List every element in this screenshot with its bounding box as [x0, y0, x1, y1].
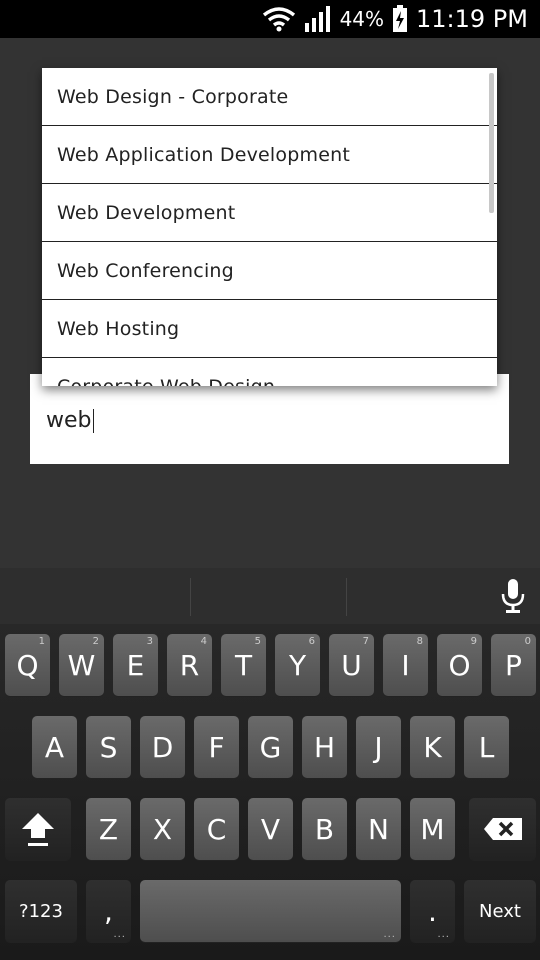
wifi-icon	[262, 7, 295, 32]
key-j[interactable]: J	[356, 716, 401, 778]
search-input-value: web	[46, 408, 94, 433]
key-c[interactable]: C	[194, 798, 239, 860]
key-q[interactable]: Q1	[5, 634, 50, 696]
next-key[interactable]: Next	[464, 880, 536, 942]
clock: 11:19 PM	[416, 5, 528, 33]
search-input[interactable]: web	[30, 374, 509, 464]
key-label: Q	[16, 648, 39, 682]
key-label: ,	[104, 894, 113, 928]
key-hint: 2	[92, 636, 99, 647]
key-h[interactable]: H	[302, 716, 347, 778]
suggestion-item[interactable]: Web Development	[42, 184, 497, 242]
key-z[interactable]: Z	[86, 798, 131, 860]
text-cursor	[92, 409, 94, 433]
key-m[interactable]: M	[410, 798, 455, 860]
suggestion-item[interactable]: Web Hosting	[42, 300, 497, 358]
symbols-key[interactable]: ?123	[5, 880, 77, 942]
battery-percent: 44%	[339, 7, 385, 31]
key-label: W	[67, 648, 96, 682]
key-u[interactable]: U7	[329, 634, 374, 696]
backspace-icon	[483, 818, 522, 840]
key-i[interactable]: I8	[383, 634, 428, 696]
key-hint: 8	[416, 636, 423, 647]
key-label: U	[341, 648, 362, 682]
key-g[interactable]: G	[248, 716, 293, 778]
key-s[interactable]: S	[86, 716, 131, 778]
strip-divider	[346, 578, 347, 616]
mic-icon[interactable]	[500, 578, 526, 614]
key-hint: 5	[254, 636, 261, 647]
key-hint: 3	[146, 636, 153, 647]
key-a[interactable]: A	[32, 716, 77, 778]
status-bar: 44% 11:19 PM	[0, 0, 540, 38]
key-n[interactable]: N	[356, 798, 401, 860]
keyboard-suggestion-strip[interactable]	[0, 568, 540, 624]
key-w[interactable]: W2	[59, 634, 104, 696]
key-l[interactable]: L	[464, 716, 509, 778]
shift-key[interactable]	[5, 798, 71, 860]
suggestion-item[interactable]: Web Conferencing	[42, 242, 497, 300]
input-text: web	[46, 408, 92, 433]
key-label: Y	[288, 648, 307, 682]
more-dots: ...	[437, 929, 450, 940]
shift-icon	[22, 813, 54, 846]
suggestion-item[interactable]: Corporate Web Design	[42, 358, 497, 387]
key-label: .	[428, 894, 437, 928]
key-r[interactable]: R4	[167, 634, 212, 696]
key-hint: 4	[200, 636, 207, 647]
key-x[interactable]: X	[140, 798, 185, 860]
key-label: I	[401, 648, 410, 682]
key-label: T	[234, 648, 253, 682]
key-v[interactable]: V	[248, 798, 293, 860]
key-label: P	[505, 648, 522, 682]
more-dots: ...	[383, 929, 396, 940]
key-hint: 9	[470, 636, 477, 647]
key-t[interactable]: T5	[221, 634, 266, 696]
soft-keyboard: Q1 W2 E3 R4 T5 Y6 U7 I8 O9 P0 A S D F G …	[0, 568, 540, 960]
comma-key[interactable]: ,...	[86, 880, 131, 942]
autocomplete-dropdown[interactable]: Web Design - Corporate Web Application D…	[42, 68, 497, 386]
key-k[interactable]: K	[410, 716, 455, 778]
status-icons: 44% 11:19 PM	[262, 0, 528, 38]
key-p[interactable]: P0	[491, 634, 536, 696]
key-d[interactable]: D	[140, 716, 185, 778]
key-hint: 1	[38, 636, 45, 647]
suggestion-item[interactable]: Web Design - Corporate	[42, 68, 497, 126]
key-e[interactable]: E3	[113, 634, 158, 696]
key-y[interactable]: Y6	[275, 634, 320, 696]
battery-charging-icon	[393, 5, 408, 32]
key-hint: 0	[524, 636, 531, 647]
suggestion-item[interactable]: Web Application Development	[42, 126, 497, 184]
more-dots: ...	[113, 929, 126, 940]
key-o[interactable]: O9	[437, 634, 482, 696]
key-label: R	[179, 648, 200, 682]
key-hint: 6	[308, 636, 315, 647]
backspace-key[interactable]	[469, 798, 536, 860]
signal-icon	[304, 6, 330, 32]
key-b[interactable]: B	[302, 798, 347, 860]
space-key[interactable]: ...	[140, 880, 401, 942]
key-label: E	[126, 648, 145, 682]
key-f[interactable]: F	[194, 716, 239, 778]
dropdown-scrollbar[interactable]	[489, 73, 494, 213]
strip-divider	[190, 578, 191, 616]
key-label: O	[448, 648, 471, 682]
key-hint: 7	[362, 636, 369, 647]
period-key[interactable]: ....	[410, 880, 455, 942]
